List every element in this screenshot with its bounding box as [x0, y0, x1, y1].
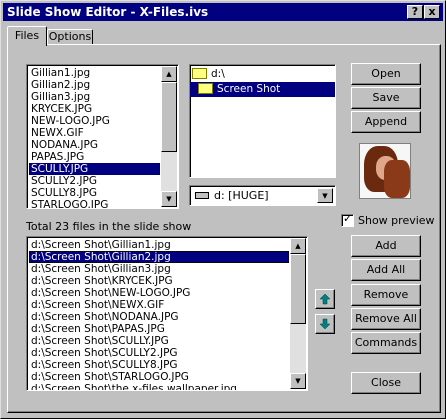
slide-file-item[interactable]: d:\Screen Shot\NODANA.JPG [29, 311, 289, 323]
scroll-up-icon: ▲ [295, 242, 301, 250]
scroll-down-icon: ▼ [295, 377, 301, 385]
tab-files[interactable]: Files [7, 26, 47, 46]
source-file-item[interactable]: Gillian3.jpg [29, 91, 160, 103]
slide-file-item[interactable]: d:\Screen Shot\PAPAS.JPG [29, 323, 289, 335]
open-folder-icon [192, 67, 207, 79]
source-file-item[interactable]: PAPAS.JPG [29, 151, 160, 163]
show-preview-checkbox[interactable]: ✓ [341, 212, 354, 227]
remove-all-button-label: Remove All [355, 312, 417, 325]
scroll-thumb[interactable] [290, 254, 306, 324]
slide-file-item[interactable]: d:\Screen Shot\the x-files wallpaper.jpg [29, 383, 289, 390]
move-down-button[interactable] [315, 314, 335, 334]
slide-file-item[interactable]: d:\Screen Shot\SCULLY.JPG [29, 335, 289, 347]
commands-button-label: Commands [354, 336, 418, 349]
source-file-item[interactable]: SCULLY2.JPG [29, 175, 160, 187]
source-file-item[interactable]: SCULLY8.JPG [29, 187, 160, 199]
move-up-button[interactable] [315, 289, 335, 309]
slide-file-item[interactable]: d:\Screen Shot\SCULLY2.JPG [29, 347, 289, 359]
slide-count-text: Total 23 files in the slide show [26, 220, 192, 233]
drive-dropdown-button[interactable]: ▼ [317, 188, 333, 203]
source-file-item[interactable]: NEWX.GIF [29, 127, 160, 139]
scroll-down-button[interactable]: ▼ [290, 373, 306, 389]
up-arrow-icon [319, 293, 331, 305]
slide-file-item[interactable]: d:\Screen Shot\Gillian1.jpg [29, 239, 289, 251]
append-button[interactable]: Append [351, 111, 421, 133]
drive-select[interactable]: d: [HUGE] ▼ [189, 185, 336, 206]
remove-all-button[interactable]: Remove All [351, 308, 421, 330]
add-button-label: Add [375, 239, 397, 252]
scroll-up-button[interactable]: ▲ [290, 238, 306, 254]
source-file-list[interactable]: Gillian1.jpg Gillian2.jpg Gillian3.jpg KRYC… [26, 64, 179, 209]
window-title: Slide Show Editor - X-Files.ivs [7, 5, 209, 19]
source-file-item[interactable]: Gillian2.jpg [29, 79, 160, 91]
slide-show-list[interactable]: d:\Screen Shot\Gillian1.jpg d:\Screen Sho… [26, 236, 308, 391]
source-file-item[interactable]: KRYCEK.JPG [29, 103, 160, 115]
chevron-down-icon: ▼ [322, 192, 328, 200]
folder-item-current[interactable]: Screen Shot [190, 82, 335, 97]
folder-root-label: d:\ [211, 68, 225, 80]
source-list-scrollbar[interactable]: ▲ ▼ [161, 66, 177, 207]
tab-options-label: Options [48, 30, 92, 43]
scroll-down-button[interactable]: ▼ [161, 191, 177, 207]
save-button[interactable]: Save [351, 87, 421, 109]
folder-item-root[interactable]: d:\ [190, 67, 335, 82]
slide-list-scrollbar[interactable]: ▲ ▼ [290, 238, 306, 389]
slide-file-item[interactable]: d:\Screen Shot\NEWX.GIF [29, 299, 289, 311]
title-bar[interactable]: Slide Show Editor - X-Files.ivs ? x [3, 3, 443, 21]
open-folder-icon [198, 82, 213, 94]
slide-file-item[interactable]: d:\Screen Shot\Gillian3.jpg [29, 263, 289, 275]
slide-file-item[interactable]: d:\Screen Shot\SCULLY8.JPG [29, 359, 289, 371]
open-button[interactable]: Open [351, 63, 421, 85]
slide-file-item[interactable]: d:\Screen Shot\KRYCEK.JPG [29, 275, 289, 287]
slide-file-item[interactable]: d:\Screen Shot\STARLOGO.JPG [29, 371, 289, 383]
down-arrow-icon [319, 318, 331, 330]
checkmark-icon: ✓ [343, 212, 353, 225]
scroll-thumb[interactable] [161, 82, 177, 152]
folder-current-label: Screen Shot [217, 83, 281, 95]
add-button[interactable]: Add [351, 235, 421, 257]
close-button[interactable]: Close [351, 372, 421, 394]
show-preview-label: Show preview [358, 214, 435, 227]
drive-value: d: [HUGE] [214, 189, 269, 202]
folder-list[interactable]: d:\ Screen Shot [189, 64, 336, 178]
source-file-item[interactable]: NODANA.JPG [29, 139, 160, 151]
tab-files-label: Files [14, 29, 40, 42]
tab-options[interactable]: Options [47, 29, 93, 45]
save-button-label: Save [372, 91, 400, 104]
close-icon: x [428, 5, 436, 18]
source-file-item[interactable]: Gillian1.jpg [29, 67, 160, 79]
scroll-up-button[interactable]: ▲ [161, 66, 177, 82]
slide-file-item[interactable]: d:\Screen Shot\NEW-LOGO.JPG [29, 287, 289, 299]
slide-show-editor-window: Slide Show Editor - X-Files.ivs ? x File… [0, 0, 446, 419]
preview-image [359, 143, 411, 199]
close-window-button[interactable]: x [424, 5, 440, 19]
add-all-button-label: Add All [366, 263, 406, 276]
open-button-label: Open [371, 67, 401, 80]
help-button[interactable]: ? [407, 5, 423, 19]
commands-button[interactable]: Commands [351, 332, 421, 354]
source-file-item[interactable]: NEW-LOGO.JPG [29, 115, 160, 127]
slide-file-item[interactable]: d:\Screen Shot\Gillian2.jpg [29, 251, 289, 263]
scroll-down-icon: ▼ [166, 195, 172, 203]
source-file-item[interactable]: SCULLY.JPG [29, 163, 160, 175]
close-button-label: Close [371, 376, 401, 389]
source-file-item[interactable]: STARLOGO.JPG [29, 199, 160, 208]
remove-button[interactable]: Remove [351, 284, 421, 306]
help-icon: ? [411, 5, 419, 18]
scroll-up-icon: ▲ [166, 70, 172, 78]
remove-button-label: Remove [363, 288, 409, 301]
add-all-button[interactable]: Add All [351, 259, 421, 281]
append-button-label: Append [364, 115, 408, 128]
drive-icon [195, 192, 209, 199]
